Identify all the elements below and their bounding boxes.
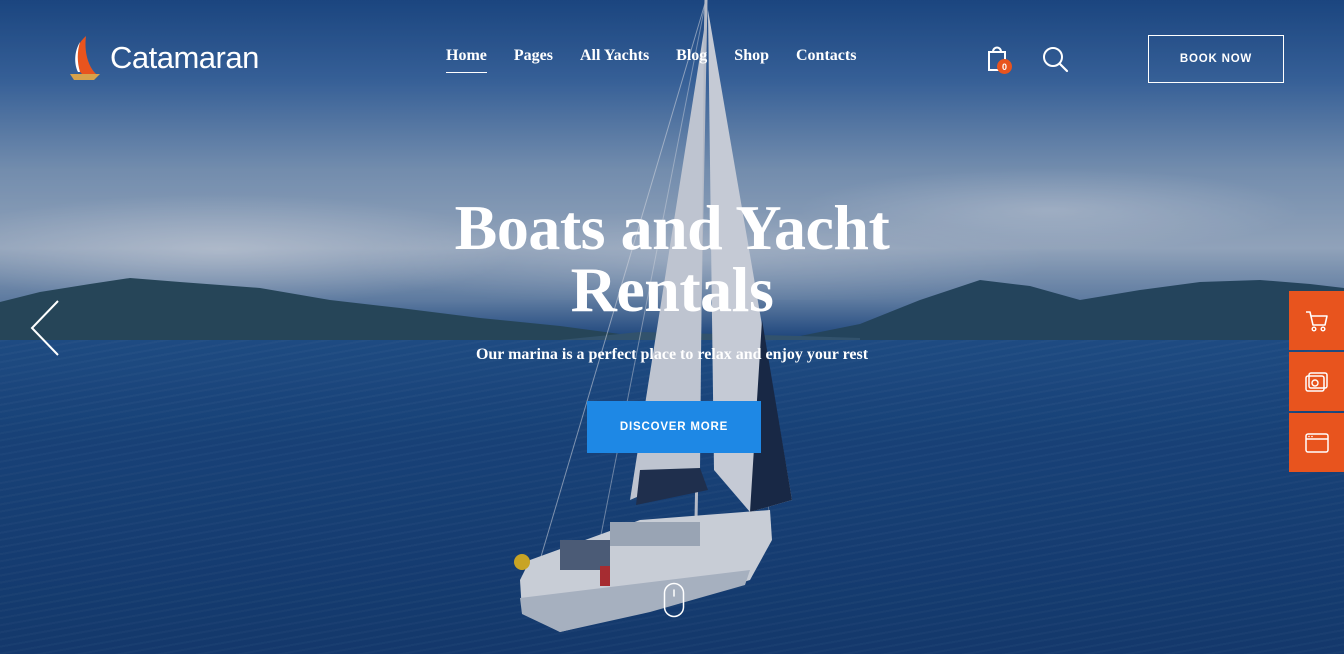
- discover-more-button[interactable]: DISCOVER MORE: [587, 401, 761, 453]
- hero-title: Boats and Yacht Rentals: [372, 196, 972, 322]
- nav-item-pages[interactable]: Pages: [514, 47, 553, 73]
- hero-subtitle: Our marina is a perfect place to relax a…: [475, 346, 869, 363]
- side-cart-button[interactable]: [1289, 291, 1344, 350]
- nav-item-shop[interactable]: Shop: [734, 47, 769, 73]
- side-gallery-button[interactable]: [1289, 352, 1344, 411]
- brand-name: Catamaran: [110, 40, 259, 75]
- mouse-scroll-icon[interactable]: [663, 582, 685, 618]
- nav-item-all-yachts[interactable]: All Yachts: [580, 47, 649, 73]
- sail-logo-icon: [70, 36, 100, 80]
- cart-count-badge: 0: [997, 59, 1012, 74]
- book-now-button[interactable]: BOOK NOW: [1148, 35, 1284, 83]
- search-icon[interactable]: [1041, 45, 1069, 73]
- nav-item-contacts[interactable]: Contacts: [796, 47, 856, 73]
- browser-window-icon: [1304, 432, 1329, 453]
- side-window-button[interactable]: [1289, 413, 1344, 472]
- side-action-panel: [1289, 291, 1344, 474]
- chevron-left-icon[interactable]: [28, 298, 62, 358]
- nav-item-home[interactable]: Home: [446, 47, 487, 73]
- hero-overlay: [0, 0, 1344, 654]
- main-nav: Home Pages All Yachts Blog Shop Contacts: [446, 47, 856, 73]
- gallery-icon: [1304, 371, 1328, 392]
- site-logo[interactable]: Catamaran: [66, 34, 259, 82]
- cart-icon: [1305, 310, 1328, 332]
- hero-background: [0, 0, 1344, 654]
- hero-title-line-2: Rentals: [570, 254, 774, 325]
- nav-item-blog[interactable]: Blog: [676, 47, 707, 73]
- hero-title-line-1: Boats and Yacht: [454, 192, 890, 263]
